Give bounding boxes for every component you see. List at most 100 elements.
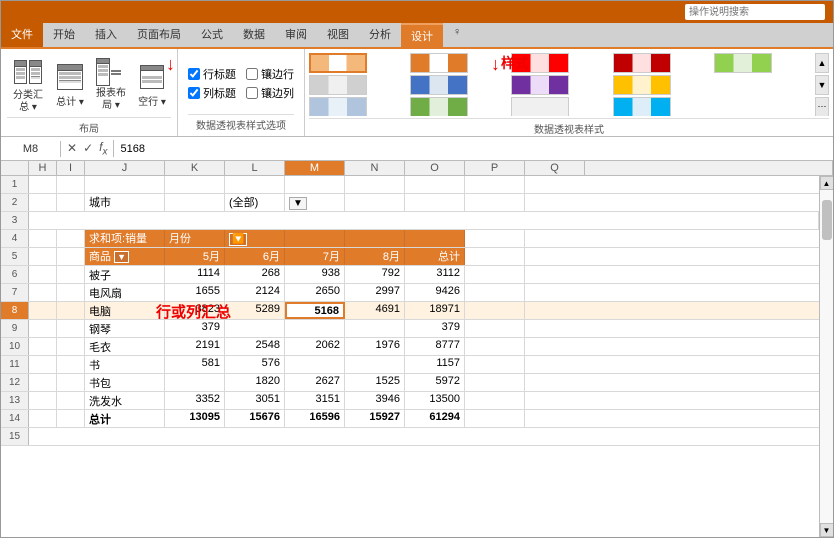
- cb-row-header[interactable]: 行标题: [188, 66, 236, 82]
- cell-O2[interactable]: [405, 194, 465, 211]
- cell-I12[interactable]: [57, 374, 85, 391]
- col-h-K[interactable]: K: [165, 161, 225, 175]
- cell-J4[interactable]: 求和项:销量: [85, 230, 165, 247]
- cell-Q12[interactable]: [525, 374, 819, 391]
- cell-H1[interactable]: [29, 176, 57, 193]
- cell-H12[interactable]: [29, 374, 57, 391]
- scroll-up-btn[interactable]: ▲: [820, 176, 834, 190]
- cell-I8[interactable]: [57, 302, 85, 319]
- cell-H6[interactable]: [29, 266, 57, 283]
- style-swatch-10[interactable]: [613, 75, 671, 95]
- cell-K13[interactable]: 3352: [165, 392, 225, 409]
- cell-Q14[interactable]: [525, 410, 819, 427]
- cb-banded-cols-input[interactable]: [246, 87, 258, 99]
- name-box[interactable]: M8: [1, 141, 61, 157]
- cell-K5[interactable]: 5月: [165, 248, 225, 265]
- cell-I6[interactable]: [57, 266, 85, 283]
- col-h-L[interactable]: L: [225, 161, 285, 175]
- style-swatch-5[interactable]: [410, 97, 468, 117]
- cell-H9[interactable]: [29, 320, 57, 337]
- search-input[interactable]: [685, 4, 825, 20]
- cell-M10[interactable]: 2062: [285, 338, 345, 355]
- style-swatch-selected[interactable]: [309, 53, 367, 73]
- tab-insert[interactable]: 插入: [85, 23, 127, 47]
- style-swatch-8[interactable]: [511, 97, 569, 117]
- cell-M8-selected[interactable]: 5168: [285, 302, 345, 319]
- cell-M5[interactable]: 7月: [285, 248, 345, 265]
- cb-col-header[interactable]: 列标题: [188, 85, 236, 101]
- cell-N10[interactable]: 1976: [345, 338, 405, 355]
- cell-L8[interactable]: 5289: [225, 302, 285, 319]
- cell-L7[interactable]: 2124: [225, 284, 285, 301]
- scroll-thumb[interactable]: [822, 200, 832, 240]
- cell-M7[interactable]: 2650: [285, 284, 345, 301]
- cell-L1[interactable]: [225, 176, 285, 193]
- cell-M9[interactable]: [285, 320, 345, 337]
- cell-K14[interactable]: 13095: [165, 410, 225, 427]
- vertical-scrollbar[interactable]: ▲ ▼: [819, 176, 833, 537]
- style-swatch-4[interactable]: [410, 75, 468, 95]
- cell-N7[interactable]: 2997: [345, 284, 405, 301]
- col-h-H[interactable]: H: [29, 161, 57, 175]
- tab-review[interactable]: 审阅: [275, 23, 317, 47]
- col-h-M[interactable]: M: [285, 161, 345, 175]
- cell-H14[interactable]: [29, 410, 57, 427]
- style-swatch-12[interactable]: [714, 53, 772, 73]
- cell-P10[interactable]: [465, 338, 525, 355]
- cell-J10[interactable]: 毛衣: [85, 338, 165, 355]
- cb-banded-rows[interactable]: 镶边行: [246, 66, 294, 82]
- cell-I2[interactable]: [57, 194, 85, 211]
- tab-file[interactable]: 文件: [1, 23, 43, 47]
- cell-O4[interactable]: [405, 230, 465, 247]
- tab-view[interactable]: 视图: [317, 23, 359, 47]
- cell-L5[interactable]: 6月: [225, 248, 285, 265]
- cell-O1[interactable]: [405, 176, 465, 193]
- cell-L11[interactable]: 576: [225, 356, 285, 373]
- cell-M14[interactable]: 16596: [285, 410, 345, 427]
- cell-L4[interactable]: 🔽: [225, 230, 285, 247]
- col-h-N[interactable]: N: [345, 161, 405, 175]
- cell-H13[interactable]: [29, 392, 57, 409]
- cell-P1[interactable]: [465, 176, 525, 193]
- style-scroll-down[interactable]: ▼: [815, 75, 829, 95]
- cell-Q2[interactable]: [525, 194, 819, 211]
- cell-J7[interactable]: 电风扇: [85, 284, 165, 301]
- cell-O5[interactable]: 总计: [405, 248, 465, 265]
- cell-I7[interactable]: [57, 284, 85, 301]
- tab-analyze[interactable]: 分析: [359, 23, 401, 47]
- cell-O8[interactable]: 18971: [405, 302, 465, 319]
- cell-N2[interactable]: [345, 194, 405, 211]
- cell-K10[interactable]: 2191: [165, 338, 225, 355]
- cell-L9[interactable]: [225, 320, 285, 337]
- cell-Q1[interactable]: [525, 176, 819, 193]
- cell-L2[interactable]: (全部): [225, 194, 285, 211]
- cell-K8[interactable]: 3823: [165, 302, 225, 319]
- cell-L12[interactable]: 1820: [225, 374, 285, 391]
- cell-Q8[interactable]: [525, 302, 819, 319]
- cell-H2[interactable]: [29, 194, 57, 211]
- cell-N8[interactable]: 4691: [345, 302, 405, 319]
- cell-Q13[interactable]: [525, 392, 819, 409]
- cell-M12[interactable]: 2627: [285, 374, 345, 391]
- cell-P7[interactable]: [465, 284, 525, 301]
- cell-P9[interactable]: [465, 320, 525, 337]
- cell-M2[interactable]: ▼: [285, 194, 345, 211]
- cell-J2[interactable]: 城市: [85, 194, 165, 211]
- tab-help[interactable]: ♀: [443, 23, 471, 47]
- cell-K1[interactable]: [165, 176, 225, 193]
- cell-I9[interactable]: [57, 320, 85, 337]
- cell-N12[interactable]: 1525: [345, 374, 405, 391]
- cell-J6[interactable]: 被子: [85, 266, 165, 283]
- tab-formula[interactable]: 公式: [191, 23, 233, 47]
- style-swatch-9[interactable]: [613, 53, 671, 73]
- cell-Q7[interactable]: [525, 284, 819, 301]
- style-swatch-1[interactable]: [309, 75, 367, 95]
- cell-O6[interactable]: 3112: [405, 266, 465, 283]
- cell-O13[interactable]: 13500: [405, 392, 465, 409]
- tab-design[interactable]: 设计: [401, 23, 443, 47]
- style-swatch-7[interactable]: [511, 75, 569, 95]
- cell-J12[interactable]: 书包: [85, 374, 165, 391]
- tab-pagelayout[interactable]: 页面布局: [127, 23, 191, 47]
- total-button[interactable]: 总计 ▾: [51, 53, 89, 117]
- cell-P5[interactable]: [465, 248, 525, 265]
